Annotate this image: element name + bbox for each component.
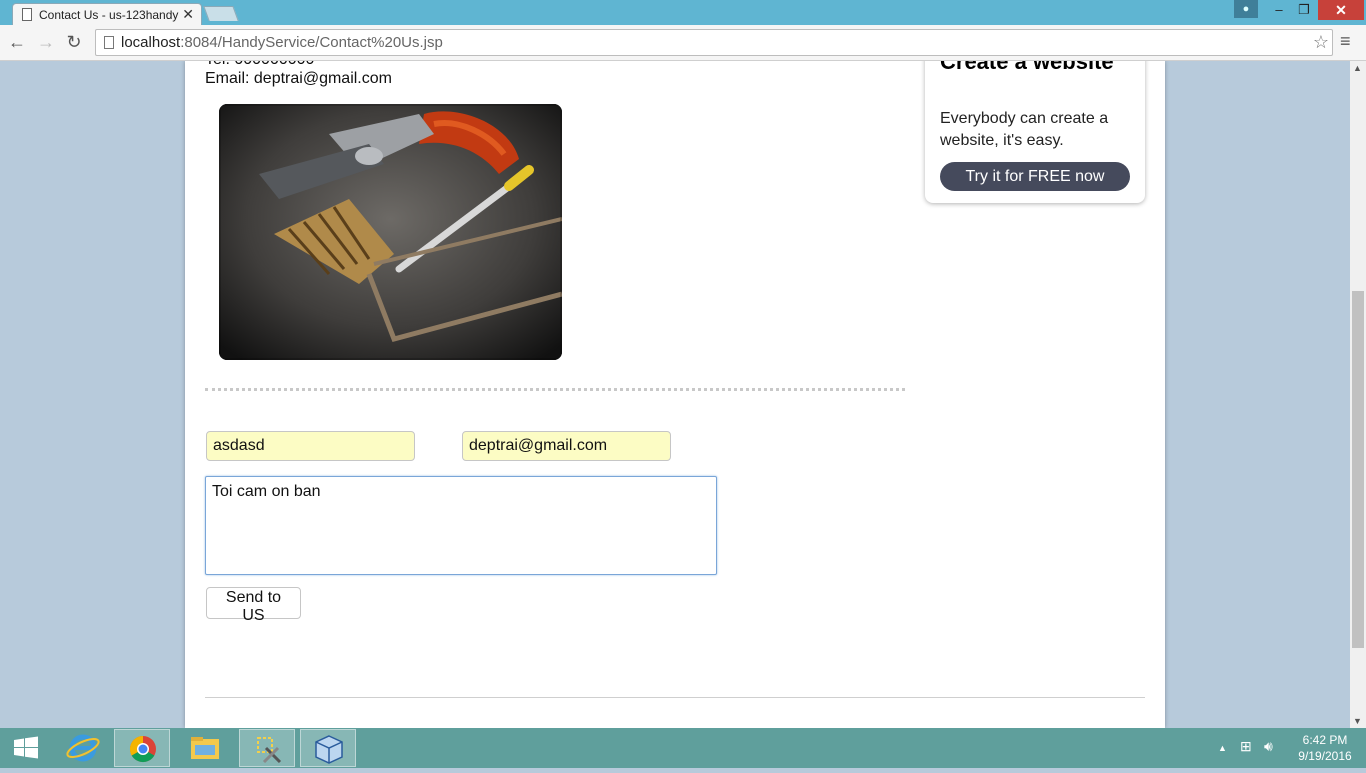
ad-title: Create a website [940,61,1114,74]
scrollbar-thumb[interactable] [1352,291,1364,648]
chrome-taskbar-icon[interactable] [114,729,170,767]
back-icon[interactable]: ← [6,31,28,53]
internet-explorer-icon[interactable] [56,729,112,767]
try-free-button[interactable]: Try it for FREE now [940,162,1130,191]
vertical-scrollbar[interactable]: ▲ ▼ [1350,61,1366,728]
create-website-ad: Create a website Everybody can create a … [925,61,1145,203]
tab-title: Contact Us - us-123handy [39,8,179,22]
clock-date: 9/19/2016 [1298,749,1352,763]
clock-time: 6:42 PM [1302,733,1348,747]
window-close-button[interactable]: ✕ [1318,0,1364,20]
windows-logo-icon [14,736,38,759]
network-icon[interactable]: ⊞ [1240,738,1252,755]
file-explorer-icon[interactable] [177,729,233,767]
tab-close-icon[interactable]: ✕ [182,6,194,23]
chrome-menu-icon[interactable]: ≡ [1340,31,1351,52]
dotted-divider [205,388,905,391]
page-viewport: Tel: 000000000 Email: deptrai@gmail.com [0,61,1350,728]
bookmark-star-icon[interactable]: ☆ [1313,32,1329,53]
minimize-button[interactable]: – [1266,0,1292,20]
browser-titlebar: Contact Us - us-123handy ✕ ● – ❐ ✕ [0,0,1366,25]
browser-toolbar: ← → ↻ localhost:8084/HandyService/Contac… [0,25,1366,61]
volume-icon[interactable]: 🔊︎ [1264,738,1273,755]
reload-icon[interactable]: ↻ [63,31,85,53]
scroll-up-icon[interactable]: ▲ [1353,63,1362,73]
maximize-button[interactable]: ❐ [1291,0,1317,20]
user-profile-icon[interactable]: ● [1234,0,1258,18]
virtualbox-icon[interactable] [300,729,356,767]
forward-icon[interactable]: → [35,31,57,53]
footer-divider [205,697,1145,698]
name-input[interactable] [206,431,415,461]
page-icon [104,36,114,49]
windows-taskbar: ▲ ⊞ 🔊︎ 6:42 PM 9/19/2016 [0,728,1366,768]
email-input[interactable] [462,431,671,461]
start-button[interactable] [0,729,56,767]
tools-photo [219,104,562,360]
email-line: Email: deptrai@gmail.com [205,70,392,87]
url-text: localhost:8084/HandyService/Contact%20Us… [121,34,443,51]
system-clock[interactable]: 6:42 PM 9/19/2016 [1290,732,1360,764]
address-bar[interactable]: localhost:8084/HandyService/Contact%20Us… [95,29,1333,56]
tools-app-icon[interactable] [239,729,295,767]
ad-text: Everybody can create a website, it's eas… [940,110,1109,149]
new-tab-button[interactable] [203,6,239,21]
page-content: Tel: 000000000 Email: deptrai@gmail.com [185,61,1165,728]
page-icon [22,8,32,21]
tel-line: Tel: 000000000 [205,61,314,69]
show-hidden-icons[interactable]: ▲ [1218,743,1227,753]
browser-tab[interactable]: Contact Us - us-123handy ✕ [12,3,202,25]
scroll-down-icon[interactable]: ▼ [1353,716,1362,726]
send-button[interactable]: Send to US [206,587,301,624]
message-textarea[interactable]: Toi cam on ban [205,476,717,575]
